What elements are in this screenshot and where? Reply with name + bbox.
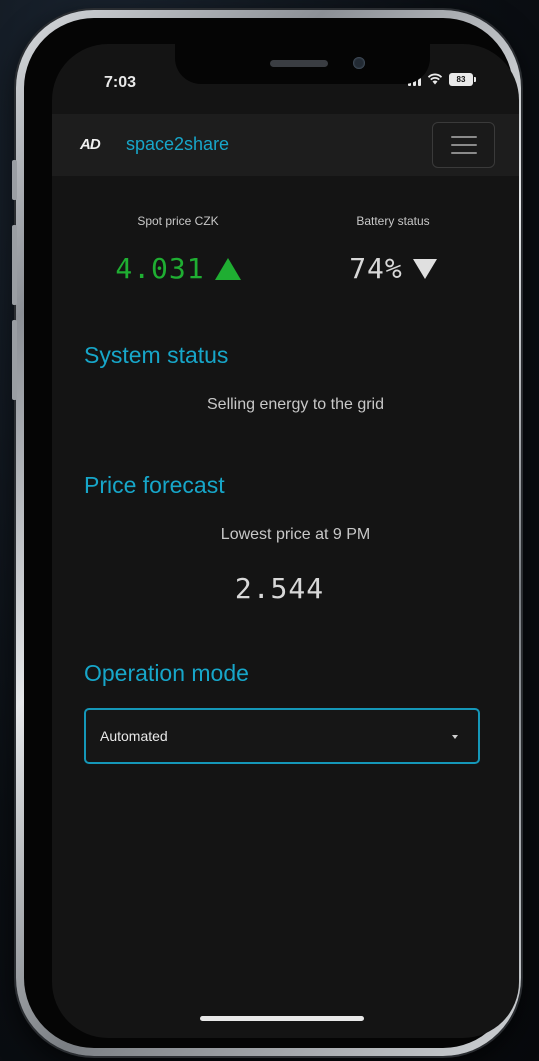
chevron-down-icon (452, 735, 458, 739)
wifi-icon (427, 73, 443, 85)
system-status-text: Selling energy to the grid (207, 396, 384, 413)
operation-mode-select[interactable]: Automated (84, 708, 480, 764)
menu-button[interactable] (432, 122, 495, 168)
operation-mode-title: Operation mode (84, 660, 249, 686)
brand-link[interactable]: space2share (126, 134, 229, 155)
notch (175, 44, 430, 84)
volume-up-button (12, 225, 17, 305)
triangle-down-icon (412, 258, 437, 279)
triangle-up-icon (214, 257, 241, 280)
phone-screen: 7:03 83 AD space2share Spot price CZK 4.… (52, 44, 519, 1038)
volume-down-button (12, 320, 17, 400)
battery-status-value: 74% (349, 252, 403, 285)
home-indicator[interactable] (200, 1016, 364, 1021)
logo[interactable]: AD (80, 136, 101, 153)
price-forecast-title: Price forecast (84, 472, 225, 498)
spot-price-value: 4.031 (115, 252, 205, 285)
silent-switch (12, 160, 17, 200)
hamburger-icon (450, 136, 477, 138)
system-status-title: System status (84, 342, 229, 368)
speaker-grille (270, 60, 328, 67)
status-time: 7:03 (104, 74, 137, 91)
price-forecast-value: 2.544 (234, 572, 325, 605)
operation-mode-value: Automated (100, 728, 168, 744)
battery-status-label: Battery status (356, 214, 430, 228)
spot-price-label: Spot price CZK (137, 214, 219, 228)
navbar: AD space2share (52, 114, 519, 176)
battery-icon: 83 (449, 72, 476, 86)
spot-price: 4.031 (78, 252, 278, 285)
battery-status: 74% (293, 252, 493, 285)
battery-level: 83 (456, 74, 466, 84)
front-camera-icon (353, 57, 365, 69)
price-forecast-text: Lowest price at 9 PM (220, 526, 371, 543)
